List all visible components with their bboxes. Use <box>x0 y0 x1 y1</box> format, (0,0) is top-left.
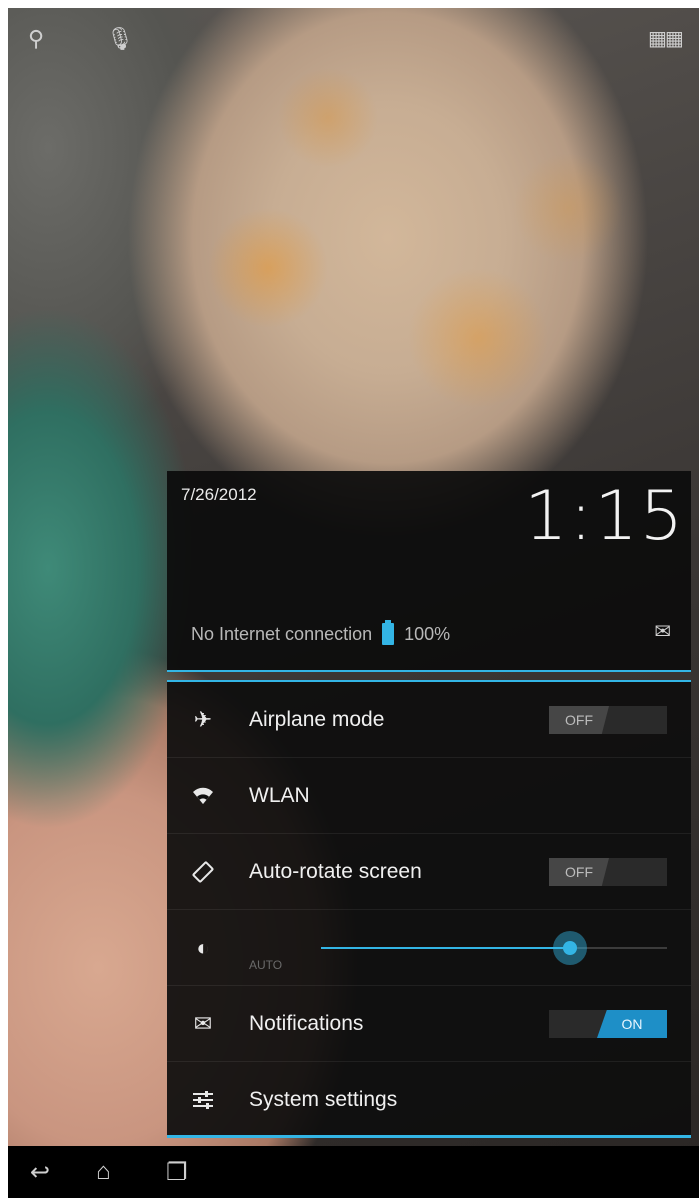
system-settings-row[interactable]: System settings <box>167 1062 691 1138</box>
auto-rotate-label: Auto-rotate screen <box>249 859 422 883</box>
toggle-off-label: OFF <box>549 858 609 886</box>
quick-settings-panel: ✈ Airplane mode OFF WLAN Auto-rotate scr… <box>167 680 691 1138</box>
home-icon[interactable]: ⌂ <box>96 1158 111 1186</box>
back-icon[interactable]: ↩ <box>30 1158 50 1187</box>
notifications-icon[interactable]: ✉ <box>654 619 671 644</box>
wlan-label: WLAN <box>249 783 310 807</box>
system-settings-label: System settings <box>249 1088 398 1111</box>
notifications-label: Notifications <box>249 1011 364 1035</box>
connection-label: No Internet connection <box>191 623 373 644</box>
wifi-icon <box>191 787 215 805</box>
apps-grid-icon[interactable]: ▦▦ <box>648 26 684 51</box>
brightness-auto-label[interactable]: AUTO <box>249 958 282 972</box>
brightness-slider[interactable] <box>321 931 667 965</box>
battery-icon <box>382 620 395 645</box>
wlan-row[interactable]: WLAN <box>167 758 691 834</box>
auto-rotate-toggle[interactable]: OFF <box>549 858 667 886</box>
mic-icon[interactable]: 🎙 <box>106 26 134 52</box>
toggle-off-label: OFF <box>549 706 609 734</box>
brightness-row: ◐ AUTO <box>167 910 691 986</box>
clock-time: 1:15 <box>524 477 685 556</box>
notifications-icon: ✉ <box>193 1010 213 1036</box>
brightness-icon: ◐ <box>196 934 210 960</box>
airplane-icon: ✈ <box>193 706 213 732</box>
status-header: 7/26/2012 1:15 No Internet connection 10… <box>167 471 691 672</box>
notifications-toggle[interactable]: ON <box>549 1010 667 1038</box>
brightness-slider-thumb[interactable] <box>553 931 588 965</box>
settings-sliders-icon <box>191 1090 215 1110</box>
connection-status: No Internet connection 100% <box>191 620 451 645</box>
notifications-row[interactable]: ✉ Notifications ON <box>167 986 691 1062</box>
navigation-bar: ↩ ⌂ ❐ <box>8 1146 699 1198</box>
battery-level: 100% <box>404 623 451 644</box>
airplane-mode-toggle[interactable]: OFF <box>549 706 667 734</box>
airplane-mode-label: Airplane mode <box>249 707 385 731</box>
brightness-slider-fill <box>321 947 571 949</box>
auto-rotate-row[interactable]: Auto-rotate screen OFF <box>167 834 691 910</box>
airplane-mode-row[interactable]: ✈ Airplane mode OFF <box>167 682 691 758</box>
rotate-icon <box>191 861 215 883</box>
date-label: 7/26/2012 <box>181 485 257 504</box>
search-icon[interactable]: ⚲ <box>28 26 44 52</box>
recent-apps-icon[interactable]: ❐ <box>166 1158 188 1187</box>
toggle-on-label: ON <box>597 1010 667 1038</box>
